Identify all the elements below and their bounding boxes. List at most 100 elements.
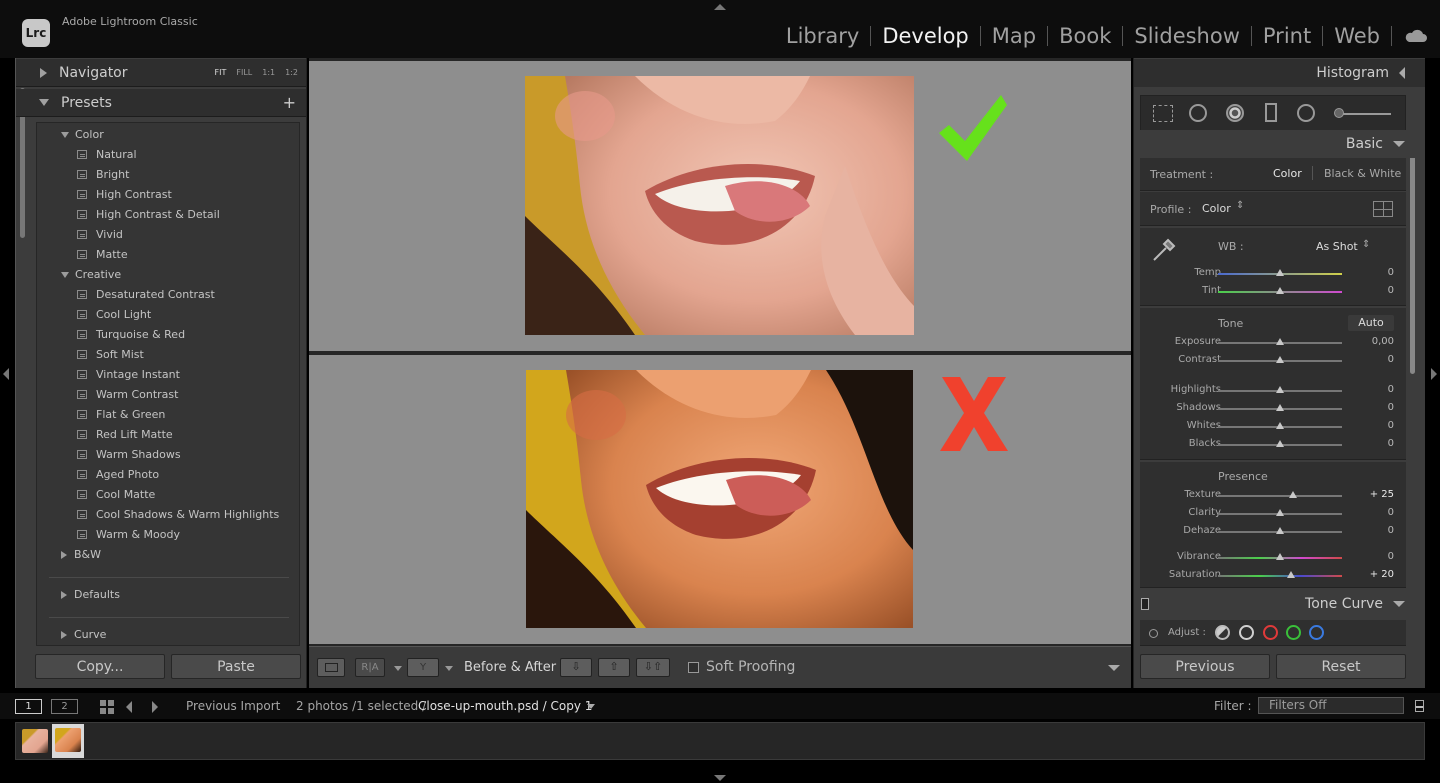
- filter-lock-icon[interactable]: [1415, 700, 1424, 712]
- slider-knob[interactable]: [1276, 440, 1284, 447]
- contrast-slider[interactable]: Contrast 0: [1140, 353, 1406, 369]
- presets-header[interactable]: Presets +: [16, 89, 306, 117]
- vibrance-slider[interactable]: Vibrance 0: [1140, 550, 1406, 566]
- preset-item[interactable]: Soft Mist: [77, 348, 144, 361]
- previous-button[interactable]: Previous: [1140, 654, 1270, 679]
- preset-folder-curve[interactable]: Curve: [61, 628, 106, 641]
- auto-tone-button[interactable]: Auto: [1348, 315, 1394, 331]
- swap-before-after-button[interactable]: ⇩⇧: [636, 658, 670, 677]
- preset-item[interactable]: High Contrast & Detail: [77, 208, 220, 221]
- preset-item[interactable]: Warm & Moody: [77, 528, 180, 541]
- profile-stepper-icon[interactable]: ⇕: [1236, 200, 1244, 211]
- filter-select[interactable]: Filters Off: [1258, 697, 1404, 714]
- preset-item[interactable]: Matte: [77, 248, 128, 261]
- slider-track[interactable]: [1218, 575, 1342, 577]
- shadows-slider[interactable]: Shadows 0: [1140, 401, 1406, 417]
- split-mode-dropdown-icon[interactable]: [445, 666, 453, 671]
- eyedropper-icon[interactable]: [1150, 234, 1180, 264]
- profile-browser-icon[interactable]: [1373, 201, 1393, 217]
- slider-knob[interactable]: [1276, 269, 1284, 276]
- slider-knob[interactable]: [1289, 491, 1297, 498]
- preset-item[interactable]: Turquoise & Red: [77, 328, 185, 341]
- slider-value[interactable]: 0: [1388, 438, 1394, 449]
- filmstrip-thumbnail[interactable]: [55, 728, 81, 752]
- preset-item[interactable]: Aged Photo: [77, 468, 159, 481]
- blacks-slider[interactable]: Blacks 0: [1140, 437, 1406, 453]
- preset-item[interactable]: Red Lift Matte: [77, 428, 173, 441]
- loupe-view-button[interactable]: [317, 658, 345, 677]
- slider-value[interactable]: 0: [1388, 507, 1394, 518]
- paste-button[interactable]: Paste: [171, 654, 301, 679]
- copy-button[interactable]: Copy...: [35, 654, 165, 679]
- saturation-slider[interactable]: Saturation + 20: [1140, 568, 1406, 584]
- slider-knob[interactable]: [1276, 356, 1284, 363]
- main-window-button[interactable]: 1: [15, 699, 42, 714]
- slider-track[interactable]: [1218, 495, 1342, 497]
- slider-value[interactable]: 0: [1388, 384, 1394, 395]
- histogram-header[interactable]: Histogram: [1134, 59, 1425, 87]
- view-mode-dropdown-icon[interactable]: [394, 666, 402, 671]
- basic-header[interactable]: Basic: [1134, 130, 1425, 158]
- preset-folder-bw[interactable]: B&W: [61, 548, 101, 561]
- preset-item[interactable]: Flat & Green: [77, 408, 165, 421]
- slider-knob[interactable]: [1276, 422, 1284, 429]
- reset-button[interactable]: Reset: [1276, 654, 1406, 679]
- slider-value[interactable]: 0: [1388, 285, 1394, 296]
- slider-value[interactable]: + 20: [1370, 569, 1394, 580]
- preset-folder-color[interactable]: Color: [61, 128, 104, 141]
- slider-value[interactable]: + 25: [1370, 489, 1394, 500]
- module-slideshow[interactable]: Slideshow: [1123, 24, 1251, 48]
- profile-select[interactable]: Color: [1202, 202, 1231, 215]
- slider-value[interactable]: 0: [1388, 267, 1394, 278]
- before-after-left-right-button[interactable]: R|A: [355, 658, 385, 677]
- slider-knob[interactable]: [1276, 527, 1284, 534]
- adjustment-brush-icon[interactable]: [1334, 108, 1344, 118]
- point-curve-green-icon[interactable]: [1286, 625, 1301, 640]
- module-library[interactable]: Library: [775, 24, 870, 48]
- wb-select[interactable]: As Shot: [1316, 240, 1358, 253]
- slider-value[interactable]: 0: [1388, 354, 1394, 365]
- slider-knob[interactable]: [1276, 509, 1284, 516]
- temp-slider[interactable]: Temp 0: [1140, 266, 1406, 282]
- treatment-color-option[interactable]: Color: [1273, 167, 1302, 180]
- preset-item[interactable]: Cool Shadows & Warm Highlights: [77, 508, 279, 521]
- collapse-left-panel-icon[interactable]: [3, 368, 9, 380]
- grid-view-icon[interactable]: [100, 700, 114, 714]
- slider-value[interactable]: 0,00: [1372, 336, 1394, 347]
- slider-value[interactable]: 0: [1388, 420, 1394, 431]
- panel-switch-icon[interactable]: [1141, 598, 1149, 610]
- preset-item[interactable]: Warm Contrast: [77, 388, 178, 401]
- toolbar-options-icon[interactable]: [1108, 665, 1120, 671]
- parametric-curve-icon[interactable]: [1215, 625, 1230, 640]
- plus-icon[interactable]: +: [283, 93, 296, 112]
- filmstrip-selected-frame[interactable]: [52, 724, 84, 758]
- preset-item[interactable]: Cool Matte: [77, 488, 155, 501]
- wb-stepper-icon[interactable]: ⇕: [1362, 239, 1370, 250]
- collapse-right-panel-icon[interactable]: [1431, 368, 1437, 380]
- slider-value[interactable]: 0: [1388, 525, 1394, 536]
- clarity-slider[interactable]: Clarity 0: [1140, 506, 1406, 522]
- preset-item[interactable]: Warm Shadows: [77, 448, 181, 461]
- texture-slider[interactable]: Texture + 25: [1140, 488, 1406, 504]
- filename-dropdown-icon[interactable]: [587, 704, 595, 709]
- module-web[interactable]: Web: [1323, 24, 1391, 48]
- preset-item[interactable]: Bright: [77, 168, 129, 181]
- treatment-bw-option[interactable]: Black & White: [1324, 167, 1401, 180]
- red-eye-icon[interactable]: [1226, 104, 1244, 122]
- slider-knob[interactable]: [1276, 386, 1284, 393]
- crop-overlay-icon[interactable]: [1153, 105, 1173, 122]
- copy-after-to-before-button[interactable]: ⇧: [598, 658, 630, 677]
- point-curve-blue-icon[interactable]: [1309, 625, 1324, 640]
- preset-item[interactable]: Natural: [77, 148, 137, 161]
- slider-value[interactable]: 0: [1388, 551, 1394, 562]
- slider-value[interactable]: 0: [1388, 402, 1394, 413]
- source-label[interactable]: Previous Import: [186, 699, 280, 713]
- filename-label[interactable]: Close-up-mouth.psd / Copy 1: [418, 699, 592, 713]
- slider-knob[interactable]: [1276, 338, 1284, 345]
- before-view[interactable]: [309, 61, 1131, 351]
- point-curve-white-icon[interactable]: [1239, 625, 1254, 640]
- point-curve-red-icon[interactable]: [1263, 625, 1278, 640]
- dehaze-slider[interactable]: Dehaze 0: [1140, 524, 1406, 540]
- exposure-slider[interactable]: Exposure 0,00: [1140, 335, 1406, 351]
- module-develop[interactable]: Develop: [871, 24, 979, 48]
